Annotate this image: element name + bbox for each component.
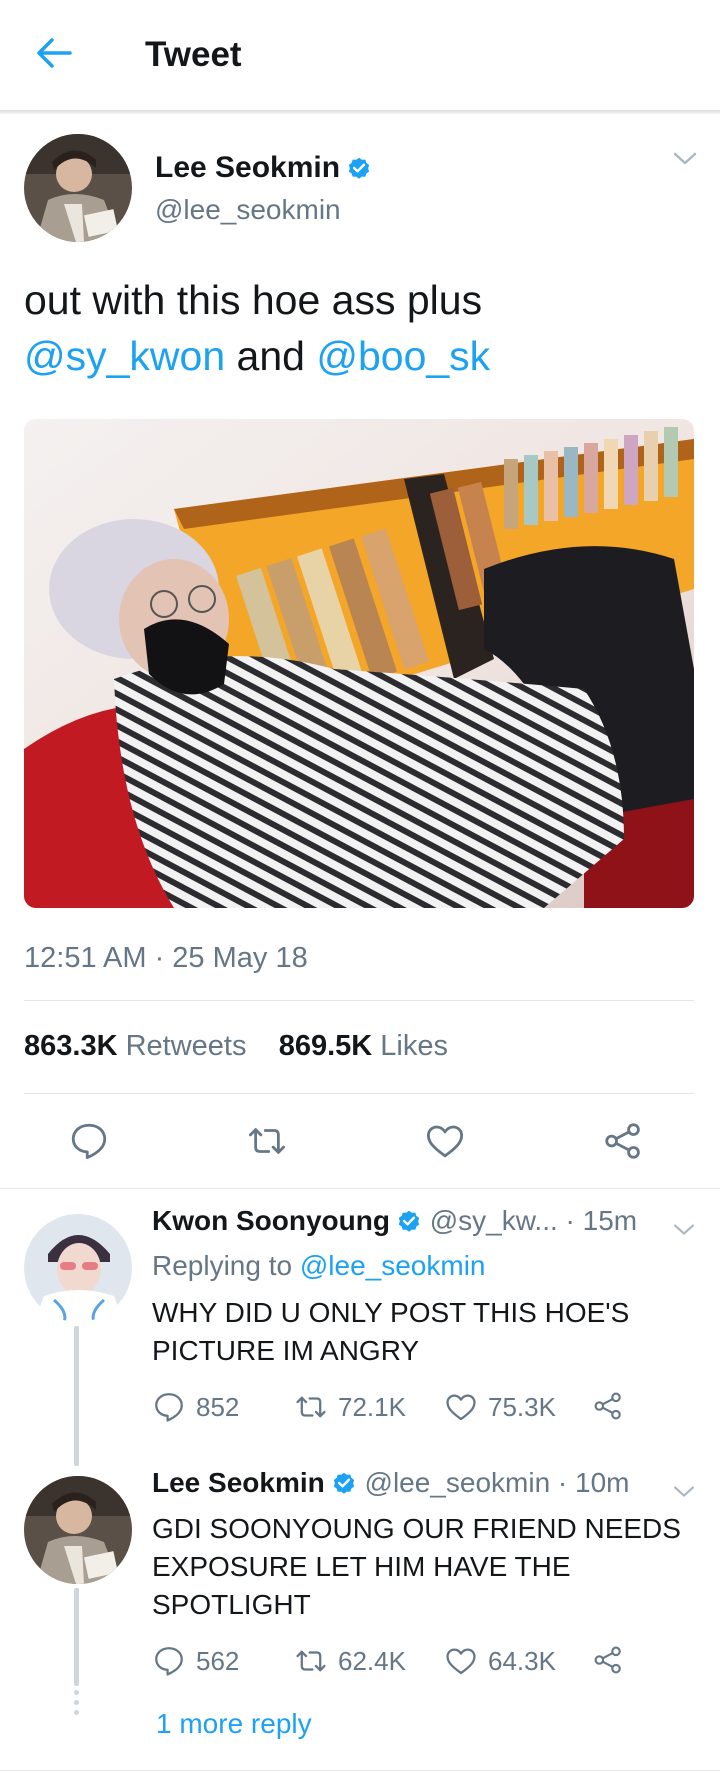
reply-count: 562 — [196, 1645, 240, 1676]
reply-like-action[interactable]: 75.3K — [444, 1390, 556, 1424]
reply-reply-action[interactable]: 852 — [152, 1390, 239, 1424]
reply-action-bar: 852 72.1K 75.3K — [152, 1390, 652, 1430]
mention-link[interactable]: @boo_sk — [316, 333, 490, 379]
author-name-row[interactable]: Lee Seokmin — [155, 151, 372, 185]
back-arrow-icon[interactable] — [34, 33, 74, 73]
tweet-text-part: out with this hoe ass plus — [24, 277, 483, 323]
header-divider — [0, 110, 720, 114]
replying-prefix: Replying to — [152, 1250, 300, 1281]
heart-icon[interactable] — [424, 1120, 466, 1162]
reply-avatar[interactable] — [24, 1476, 132, 1584]
reply-icon — [152, 1644, 186, 1678]
reply-text-line: SPOTLIGHT — [152, 1589, 311, 1620]
retweet-count: 72.1K — [338, 1391, 406, 1422]
reply-text-line: EXPOSURE LET HIM HAVE THE — [152, 1551, 571, 1582]
reply-author-handle[interactable]: @lee_seokmin — [365, 1467, 551, 1498]
tweet-stats: 863.3K Retweets 869.5K Likes — [24, 1030, 448, 1063]
chevron-down-icon[interactable] — [672, 1222, 696, 1238]
thread-connector — [74, 1588, 79, 1686]
verified-badge-icon — [346, 155, 372, 181]
reply-like-action[interactable]: 64.3K — [444, 1644, 556, 1678]
tweet-text: out with this hoe ass plus @sy_kwon and … — [24, 272, 694, 384]
tweet-timestamp: 12:51 AM · 25 May 18 — [24, 942, 308, 974]
retweets-stat[interactable]: 863.3K Retweets — [24, 1030, 246, 1062]
reply-time: · 10m — [550, 1467, 630, 1498]
reply-text-line: GDI SOONYOUNG OUR FRIEND NEEDS — [152, 1513, 681, 1544]
heart-icon — [444, 1390, 478, 1424]
reply-reply-action[interactable]: 562 — [152, 1644, 239, 1678]
share-icon[interactable] — [602, 1120, 644, 1162]
divider — [24, 1000, 694, 1001]
share-icon[interactable] — [592, 1390, 624, 1422]
heart-icon — [444, 1644, 478, 1678]
likes-count: 869.5K — [278, 1030, 373, 1062]
retweets-label: Retweets — [117, 1030, 247, 1062]
reply-author-name[interactable]: Kwon Soonyoung — [152, 1205, 390, 1236]
reply-icon[interactable] — [68, 1120, 110, 1162]
reply-header: Lee Seokmin @lee_seokmin · 10m — [152, 1467, 630, 1499]
retweets-count: 863.3K — [24, 1030, 118, 1062]
author-avatar[interactable] — [24, 134, 132, 242]
author-handle[interactable]: @lee_seokmin — [155, 194, 341, 226]
tweet-photo[interactable] — [24, 419, 694, 908]
thread-connector — [74, 1326, 79, 1466]
replying-to: Replying to @lee_seokmin — [152, 1250, 486, 1282]
tweet-text-part: and — [225, 333, 317, 379]
reply-avatar[interactable] — [24, 1214, 132, 1322]
chevron-down-icon[interactable] — [672, 1484, 696, 1500]
retweet-count: 62.4K — [338, 1645, 406, 1676]
retweet-icon — [294, 1644, 328, 1678]
reply-text: WHY DID U ONLY POST THIS HOE'S PICTURE I… — [152, 1294, 692, 1370]
author-name[interactable]: Lee Seokmin — [155, 151, 340, 184]
reply-retweet-action[interactable]: 62.4K — [294, 1644, 406, 1678]
reply-author-name[interactable]: Lee Seokmin — [152, 1467, 325, 1498]
reply-text: GDI SOONYOUNG OUR FRIEND NEEDS EXPOSURE … — [152, 1510, 692, 1624]
likes-stat[interactable]: 869.5K Likes — [279, 1030, 448, 1062]
reply-header: Kwon Soonyoung @sy_kw... · 15m — [152, 1205, 637, 1237]
page-title: Tweet — [145, 35, 242, 74]
reply-author-handle[interactable]: @sy_kw... — [430, 1205, 558, 1236]
verified-badge-icon — [396, 1208, 422, 1234]
replying-to-link[interactable]: @lee_seokmin — [300, 1250, 486, 1281]
retweet-icon — [294, 1390, 328, 1424]
reply-time: · 15m — [557, 1205, 638, 1236]
reply-text-line: WHY DID U ONLY POST THIS HOE'S — [152, 1297, 630, 1328]
share-icon[interactable] — [592, 1644, 624, 1676]
top-app-bar — [0, 0, 720, 112]
reply-icon — [152, 1390, 186, 1424]
retweet-icon[interactable] — [246, 1120, 288, 1162]
like-count: 64.3K — [488, 1645, 556, 1676]
mention-link[interactable]: @sy_kwon — [24, 333, 225, 379]
reply-count: 852 — [196, 1391, 240, 1422]
verified-badge-icon — [331, 1470, 357, 1496]
reply-retweet-action[interactable]: 72.1K — [294, 1390, 406, 1424]
divider — [0, 1770, 720, 1771]
reply-action-bar: 562 62.4K 64.3K — [152, 1644, 652, 1684]
divider — [24, 1093, 694, 1094]
chevron-down-icon[interactable] — [672, 150, 698, 168]
like-count: 75.3K — [488, 1391, 556, 1422]
divider — [0, 1188, 720, 1189]
reply-text-line: PICTURE IM ANGRY — [152, 1335, 420, 1366]
show-more-replies-link[interactable]: 1 more reply — [156, 1708, 312, 1740]
likes-label: Likes — [372, 1030, 448, 1062]
